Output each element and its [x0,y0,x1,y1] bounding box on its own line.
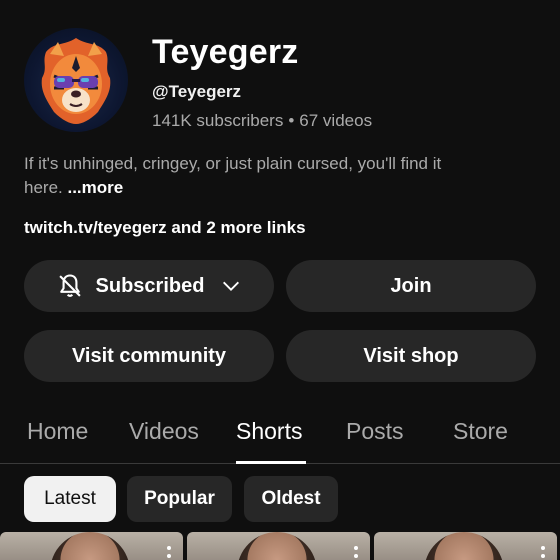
more-vert-icon[interactable] [354,546,358,560]
thumbnail-image [50,532,130,560]
channel-links[interactable]: twitch.tv/teyegerz and 2 more links [24,218,306,238]
bell-off-icon [58,274,81,297]
tab-shorts[interactable]: Shorts [236,418,302,445]
channel-name: Teyegerz [152,33,299,71]
subscriber-count: 141K subscribers [152,111,284,130]
stats-separator: • [288,111,295,130]
visit-shop-button[interactable]: Visit shop [286,330,536,382]
tab-home[interactable]: Home [27,418,88,445]
tab-videos[interactable]: Videos [129,418,199,445]
active-tab-indicator [236,461,306,464]
subscribed-button[interactable]: Subscribed [24,260,274,312]
video-count: 67 videos [299,111,373,130]
thumbnail-image [237,532,317,560]
more-vert-icon[interactable] [541,546,545,560]
short-thumbnail[interactable] [374,532,557,560]
chevron-down-icon [223,281,240,291]
tab-store[interactable]: Store [453,418,508,445]
subscribed-label: Subscribed [95,274,205,297]
channel-tabs: Home Videos Shorts Posts Store [0,410,560,464]
channel-handle: @Teyegerz [152,82,242,101]
filter-oldest-chip[interactable]: Oldest [244,476,338,522]
short-thumbnail[interactable] [0,532,183,560]
channel-stats: 141K subscribers • 67 videos [152,111,372,131]
channel-description[interactable]: If it's unhinged, cringey, or just plain… [24,152,484,200]
filter-latest-chip[interactable]: Latest [24,476,116,522]
tab-posts[interactable]: Posts [346,418,404,445]
visit-community-button[interactable]: Visit community [24,330,274,382]
thumbnail-image [424,532,504,560]
tiger-avatar-icon [41,38,111,124]
channel-avatar[interactable] [24,28,128,132]
description-more-link[interactable]: ...more [67,178,123,197]
more-vert-icon[interactable] [167,546,171,560]
filter-popular-chip[interactable]: Popular [127,476,232,522]
join-button[interactable]: Join [286,260,536,312]
short-thumbnail[interactable] [187,532,370,560]
